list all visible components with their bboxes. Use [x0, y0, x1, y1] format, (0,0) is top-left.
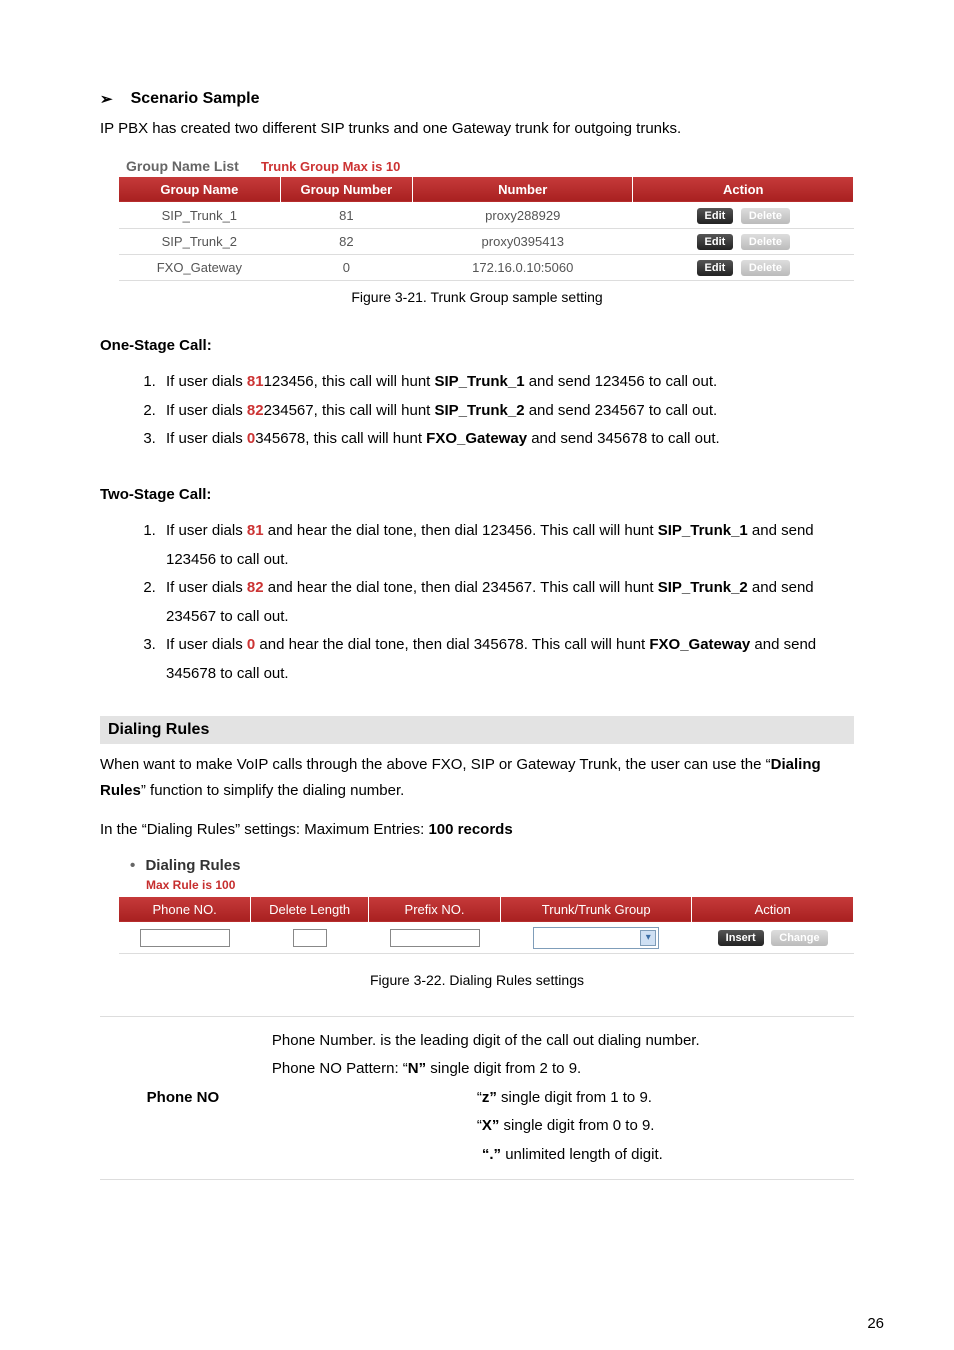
one-stage-list: If user dials 81123456, this call will h… [100, 368, 854, 454]
dialing-rules-panel-title: • Dialing Rules [118, 853, 854, 876]
list-item: If user dials 0345678, this call will hu… [160, 425, 854, 454]
delete-button[interactable]: Delete [741, 260, 790, 276]
prefix-no-input[interactable] [390, 929, 480, 947]
dialing-rules-section-title: Dialing Rules [100, 716, 854, 744]
phone-no-input[interactable] [140, 929, 230, 947]
edit-button[interactable]: Edit [697, 208, 734, 224]
th-action: Action [633, 176, 854, 202]
th-phone-no: Phone NO. [119, 896, 251, 922]
group-list-subtitle: Trunk Group Max is 10 [251, 159, 400, 174]
chevron-down-icon: ▾ [640, 930, 656, 946]
phone-no-definition-table: Phone NO Phone Number. is the leading di… [100, 1016, 854, 1181]
insert-button[interactable]: Insert [718, 930, 764, 946]
group-list-title: Group Name List [118, 152, 247, 176]
figure-caption-3-22: Figure 3-22. Dialing Rules settings [100, 972, 854, 988]
scenario-heading-text: Scenario Sample [131, 90, 260, 108]
table-row: SIP_Trunk_2 82 proxy0395413 Edit Delete [119, 228, 854, 254]
dialing-rules-intro: When want to make VoIP calls through the… [100, 752, 854, 803]
two-stage-list: If user dials 81 and hear the dial tone,… [100, 517, 854, 688]
arrow-icon: ➢ [100, 90, 113, 108]
delete-length-input[interactable] [293, 929, 327, 947]
list-item: If user dials 82 and hear the dial tone,… [160, 574, 854, 631]
list-item: If user dials 81123456, this call will h… [160, 368, 854, 397]
scenario-intro: IP PBX has created two different SIP tru… [100, 116, 854, 142]
edit-button[interactable]: Edit [697, 234, 734, 250]
def-value-phone-no: Phone Number. is the leading digit of th… [266, 1016, 854, 1180]
list-item: If user dials 82234567, this call will h… [160, 397, 854, 426]
list-item: If user dials 81 and hear the dial tone,… [160, 517, 854, 574]
delete-button[interactable]: Delete [741, 208, 790, 224]
scenario-heading: ➢ Scenario Sample [100, 90, 854, 108]
dialing-rules-panel-subtitle: Max Rule is 100 [118, 876, 854, 896]
one-stage-heading: One-Stage Call: [100, 333, 854, 359]
bullet-icon: • [130, 857, 135, 874]
th-action: Action [692, 896, 854, 922]
table-row: ▾ Insert Change [119, 922, 854, 953]
group-name-table: Group Name Group Number Number Action SI… [118, 176, 854, 281]
change-button[interactable]: Change [771, 930, 827, 946]
th-delete-length: Delete Length [251, 896, 369, 922]
dialing-rules-max-entries: In the “Dialing Rules” settings: Maximum… [100, 817, 854, 843]
th-prefix-no: Prefix NO. [368, 896, 500, 922]
table-row: FXO_Gateway 0 172.16.0.10:5060 Edit Dele… [119, 254, 854, 280]
dialing-rules-table: Phone NO. Delete Length Prefix NO. Trunk… [118, 896, 854, 954]
list-item: If user dials 0 and hear the dial tone, … [160, 631, 854, 688]
delete-button[interactable]: Delete [741, 234, 790, 250]
table-row: SIP_Trunk_1 81 proxy288929 Edit Delete [119, 202, 854, 228]
th-group-number: Group Number [280, 176, 412, 202]
two-stage-heading: Two-Stage Call: [100, 482, 854, 508]
th-group-name: Group Name [119, 176, 281, 202]
def-key-phone-no: Phone NO [100, 1016, 266, 1180]
trunk-group-select[interactable]: ▾ [533, 927, 659, 949]
page-number: 26 [867, 1315, 884, 1332]
figure-caption-3-21: Figure 3-21. Trunk Group sample setting [100, 289, 854, 305]
th-trunk-group: Trunk/Trunk Group [501, 896, 692, 922]
edit-button[interactable]: Edit [697, 260, 734, 276]
th-number: Number [412, 176, 633, 202]
